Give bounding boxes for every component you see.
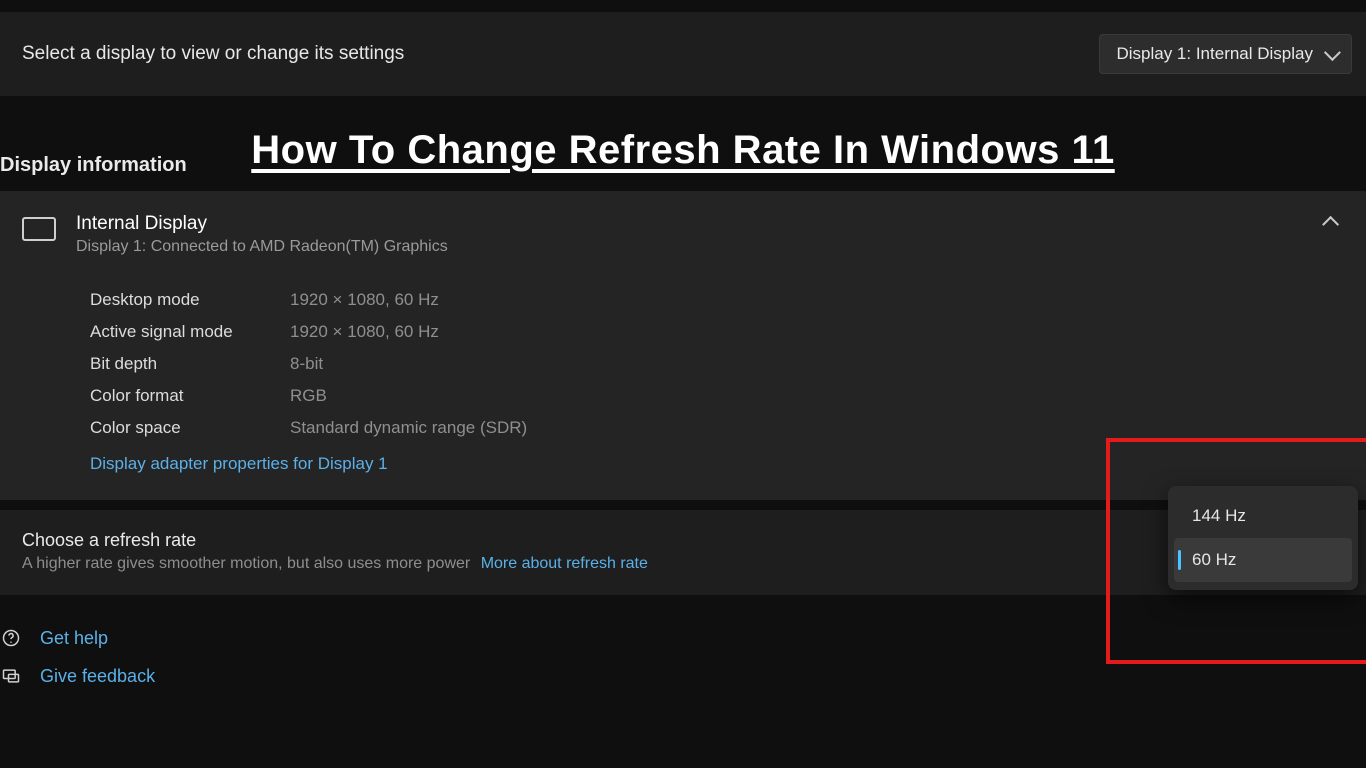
display-properties: Desktop mode 1920 × 1080, 60 Hz Active s… bbox=[22, 256, 1340, 490]
property-row: Active signal mode 1920 × 1080, 60 Hz bbox=[90, 316, 1340, 348]
property-row: Desktop mode 1920 × 1080, 60 Hz bbox=[90, 284, 1340, 316]
display-connection: Display 1: Connected to AMD Radeon(TM) G… bbox=[76, 238, 448, 256]
property-value: 8-bit bbox=[290, 354, 323, 374]
property-row: Bit depth 8-bit bbox=[90, 348, 1340, 380]
display-selector-label: Select a display to view or change its s… bbox=[22, 43, 404, 65]
get-help-row: Get help bbox=[0, 619, 1366, 657]
chevron-down-icon bbox=[1324, 44, 1341, 61]
adapter-properties-link[interactable]: Display adapter properties for Display 1 bbox=[90, 444, 388, 490]
refresh-rate-dropdown-popup: 144 Hz 60 Hz bbox=[1168, 486, 1358, 590]
refresh-rate-row: Choose a refresh rate A higher rate give… bbox=[0, 510, 1366, 595]
give-feedback-link[interactable]: Give feedback bbox=[40, 666, 155, 687]
property-label: Desktop mode bbox=[90, 290, 290, 310]
property-row: Color space Standard dynamic range (SDR) bbox=[90, 412, 1340, 444]
give-feedback-row: Give feedback bbox=[0, 657, 1366, 695]
refresh-rate-option-144[interactable]: 144 Hz bbox=[1174, 494, 1352, 538]
property-value: 1920 × 1080, 60 Hz bbox=[290, 322, 439, 342]
monitor-icon bbox=[22, 217, 56, 241]
property-label: Active signal mode bbox=[90, 322, 290, 342]
more-about-refresh-rate-link[interactable]: More about refresh rate bbox=[481, 555, 648, 572]
property-row: Color format RGB bbox=[90, 380, 1340, 412]
feedback-icon bbox=[0, 665, 22, 687]
refresh-rate-title: Choose a refresh rate bbox=[22, 530, 1344, 551]
property-label: Color format bbox=[90, 386, 290, 406]
refresh-rate-subtitle-text: A higher rate gives smoother motion, but… bbox=[22, 555, 470, 572]
display-selector-dropdown[interactable]: Display 1: Internal Display bbox=[1099, 34, 1352, 74]
get-help-link[interactable]: Get help bbox=[40, 628, 108, 649]
property-label: Color space bbox=[90, 418, 290, 438]
display-name: Internal Display bbox=[76, 213, 448, 235]
refresh-rate-option-60[interactable]: 60 Hz bbox=[1174, 538, 1352, 582]
help-block: Get help Give feedback bbox=[0, 595, 1366, 695]
display-information-card[interactable]: Internal Display Display 1: Connected to… bbox=[0, 191, 1366, 500]
tutorial-overlay-title: How To Change Refresh Rate In Windows 11 bbox=[0, 128, 1366, 173]
help-icon bbox=[0, 627, 22, 649]
refresh-rate-subtitle: A higher rate gives smoother motion, but… bbox=[22, 555, 1344, 573]
property-value: RGB bbox=[290, 386, 327, 406]
property-value: 1920 × 1080, 60 Hz bbox=[290, 290, 439, 310]
property-label: Bit depth bbox=[90, 354, 290, 374]
property-value: Standard dynamic range (SDR) bbox=[290, 418, 527, 438]
display-selector-value: Display 1: Internal Display bbox=[1116, 44, 1313, 64]
display-selector-row: Select a display to view or change its s… bbox=[0, 12, 1366, 96]
